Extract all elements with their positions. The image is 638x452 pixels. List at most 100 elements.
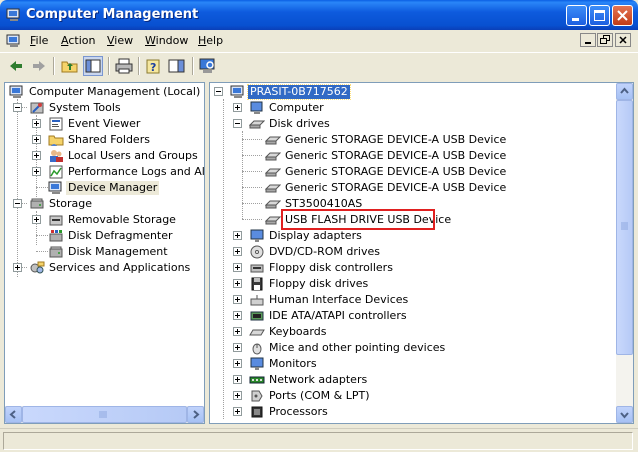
tree-label: Device Manager — [66, 181, 160, 195]
left-horizontal-scrollbar[interactable] — [5, 406, 204, 423]
window-title: Computer Management — [26, 7, 199, 22]
chevron-up-icon — [620, 87, 629, 94]
expand-toggle[interactable] — [233, 391, 242, 400]
expand-toggle[interactable] — [233, 231, 242, 240]
tree-label: Ports (COM & LPT) — [269, 389, 370, 402]
tree-label: Performance Logs and Alerts — [68, 165, 205, 178]
tree-label: Processors — [269, 405, 328, 418]
help-button[interactable]: ? — [144, 56, 164, 76]
tree-label: Generic STORAGE DEVICE-A USB Device — [285, 133, 507, 146]
expand-toggle[interactable] — [233, 247, 242, 256]
tree-label: Mice and other pointing devices — [269, 341, 446, 354]
expand-toggle[interactable] — [233, 359, 242, 368]
menu-view[interactable]: View — [107, 34, 133, 47]
forward-button[interactable] — [29, 56, 49, 76]
tree-label: Storage — [49, 197, 93, 210]
tree-label: Human Interface Devices — [269, 293, 409, 306]
console-tree-icon — [85, 59, 101, 73]
menu-action[interactable]: Action — [61, 34, 95, 47]
ide-icon — [250, 311, 264, 321]
menu-file[interactable]: File — [30, 34, 48, 47]
status-bar-cell — [3, 432, 633, 450]
expand-toggle[interactable] — [233, 295, 242, 304]
scroll-thumb[interactable] — [616, 100, 633, 355]
expand-toggle[interactable] — [233, 327, 242, 336]
maximize-button[interactable] — [589, 5, 610, 26]
expand-toggle[interactable] — [233, 375, 242, 384]
toolbar-separator — [192, 57, 194, 75]
services-icon — [30, 261, 45, 274]
tree-label: Disk drives — [269, 117, 330, 130]
disk-drive-icon — [265, 136, 281, 145]
child-close-button[interactable] — [615, 33, 631, 47]
collapse-toggle[interactable] — [13, 199, 22, 208]
console-tree-pane[interactable]: Computer Management (Local) System Tools… — [4, 82, 205, 424]
menu-help-rest: elp — [206, 34, 224, 47]
collapse-toggle[interactable] — [13, 103, 22, 112]
expand-toggle[interactable] — [32, 135, 41, 144]
computer-icon — [250, 101, 263, 114]
cdrom-icon — [250, 245, 264, 259]
expand-toggle[interactable] — [32, 119, 41, 128]
scroll-left-button[interactable] — [5, 406, 22, 423]
tree-label: Keyboards — [269, 325, 327, 338]
show-hide-action-pane-button[interactable] — [167, 56, 187, 76]
scroll-down-button[interactable] — [616, 406, 633, 423]
close-button[interactable] — [612, 5, 633, 26]
right-vertical-scrollbar[interactable] — [616, 83, 633, 423]
expand-toggle[interactable] — [233, 103, 242, 112]
toolbar: ? — [0, 52, 638, 78]
tree-label: Disk Management — [68, 245, 168, 258]
child-minimize-button[interactable] — [580, 33, 596, 47]
scroll-right-button[interactable] — [187, 406, 204, 423]
device-tree-pane[interactable]: PRASIT-0B717562 Computer Disk drives Gen… — [209, 82, 634, 424]
system-tools-icon — [30, 102, 44, 114]
menu-view-rest: iew — [114, 34, 134, 47]
tree-label: Removable Storage — [68, 213, 176, 226]
back-button[interactable] — [6, 56, 26, 76]
minimize-icon — [572, 18, 579, 21]
menu-help[interactable]: Help — [198, 34, 223, 47]
menu-window[interactable]: Window — [145, 34, 188, 47]
tree-label: Network adapters — [269, 373, 368, 386]
expand-toggle[interactable] — [32, 215, 41, 224]
up-one-level-button[interactable] — [60, 56, 80, 76]
scroll-up-button[interactable] — [616, 83, 633, 100]
expand-toggle[interactable] — [13, 263, 22, 272]
storage-icon — [30, 198, 44, 209]
tree-label: DVD/CD-ROM drives — [269, 245, 380, 258]
collapse-toggle[interactable] — [233, 119, 242, 128]
defrag-icon — [49, 230, 63, 242]
expand-toggle[interactable] — [233, 407, 242, 416]
collapse-toggle[interactable] — [214, 87, 223, 96]
scan-hardware-button[interactable] — [198, 56, 218, 76]
toolbar-separator — [53, 57, 55, 75]
floppy-icon — [251, 277, 263, 291]
tree-label: Computer — [269, 101, 324, 114]
disk-drive-icon — [265, 152, 281, 161]
tree-label: Generic STORAGE DEVICE-A USB Device — [285, 149, 507, 162]
network-icon — [249, 376, 265, 384]
title-bar[interactable]: Computer Management — [0, 0, 638, 30]
system-menu-icon[interactable] — [6, 33, 22, 49]
processor-icon — [251, 406, 263, 418]
expand-toggle[interactable] — [233, 279, 242, 288]
show-hide-console-tree-button[interactable] — [83, 56, 103, 76]
display-icon — [250, 229, 264, 242]
minimize-icon — [585, 42, 591, 44]
expand-toggle[interactable] — [233, 311, 242, 320]
print-button[interactable] — [114, 56, 134, 76]
scroll-thumb[interactable] — [22, 406, 187, 423]
tree-label: Monitors — [269, 357, 317, 370]
grip-icon — [621, 222, 628, 230]
expand-toggle[interactable] — [233, 343, 242, 352]
tree-label: PRASIT-0B717562 — [247, 84, 351, 100]
expand-toggle[interactable] — [32, 167, 41, 176]
disk-drive-icon — [249, 120, 265, 129]
expand-toggle[interactable] — [233, 263, 242, 272]
tree-label: Services and Applications — [49, 261, 191, 274]
chevron-down-icon — [620, 412, 629, 419]
minimize-button[interactable] — [566, 5, 587, 26]
expand-toggle[interactable] — [32, 151, 41, 160]
child-restore-button[interactable] — [597, 33, 613, 47]
